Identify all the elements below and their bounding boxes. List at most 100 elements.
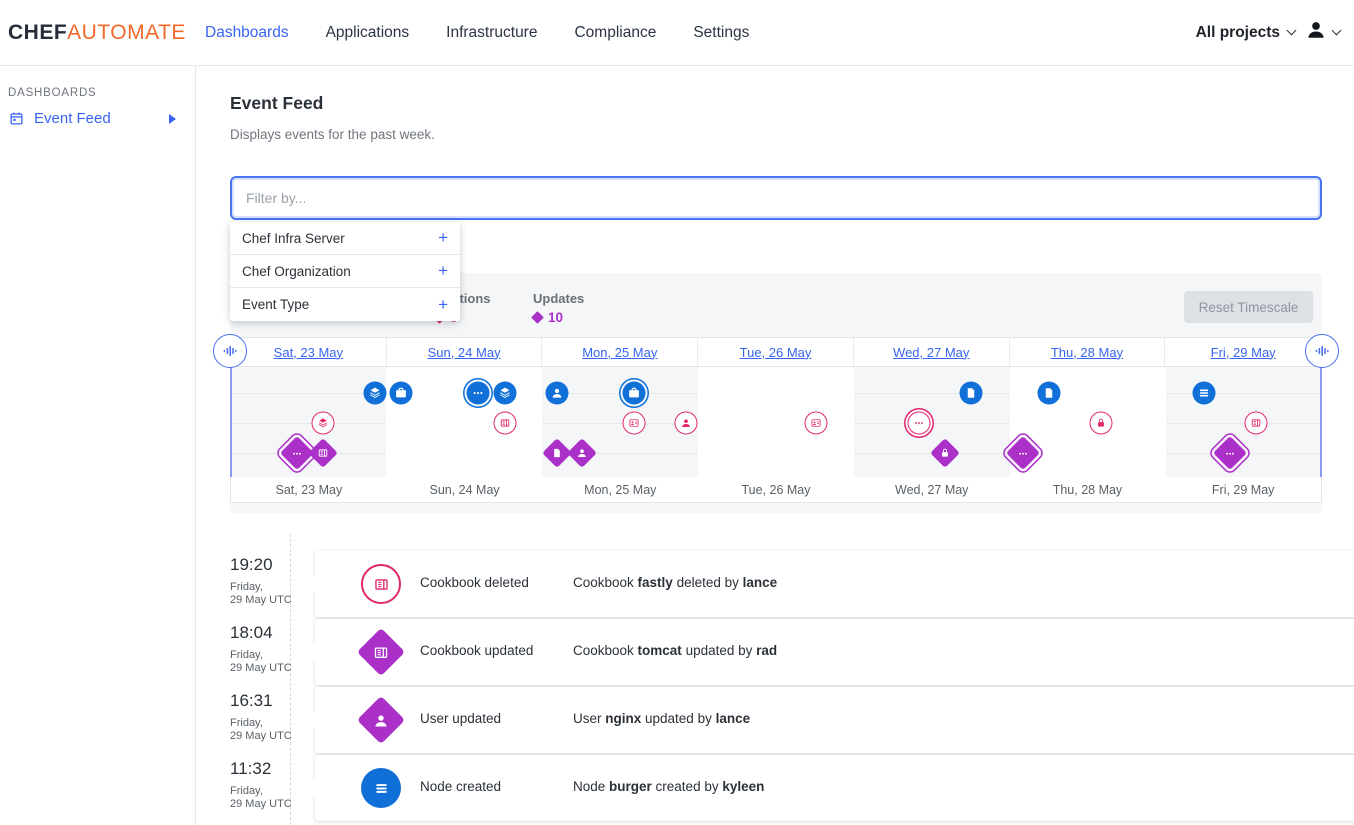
nav-item-compliance[interactable]: Compliance <box>574 24 656 42</box>
filter-category-chef-organization[interactable]: Chef Organization+ <box>230 255 460 288</box>
timescale-drag-handle-left[interactable] <box>213 334 247 368</box>
update-marker-book-icon[interactable] <box>308 438 338 468</box>
day-column-background <box>386 367 542 477</box>
creation-marker-ellipsis-icon[interactable] <box>467 382 490 405</box>
event-row-node-created: 11:32Friday,29 May UTCNode createdNode b… <box>230 755 1340 821</box>
update-marker-ellipsis-icon[interactable] <box>1213 436 1247 470</box>
day-header-cell: Thu, 28 May <box>1010 338 1166 366</box>
reset-timescale-button[interactable]: Reset Timescale <box>1184 291 1313 323</box>
nav-items: Dashboards Applications Infrastructure Comp… <box>205 24 749 42</box>
filter-category-label: Chef Organization <box>242 264 438 279</box>
day-column-background <box>698 367 854 477</box>
event-description: Cookbook tomcat updated by rad <box>573 643 777 658</box>
legend-updates-value: 10 <box>533 310 563 325</box>
day-link-sat-23-may[interactable]: Sat, 23 May <box>274 345 343 360</box>
update-marker-lock-icon[interactable] <box>930 438 960 468</box>
sidebar-heading: DASHBOARDS <box>8 87 97 99</box>
timeline-header: Sat, 23 May Sun, 24 May Mon, 25 May Tue, 26… <box>230 337 1322 367</box>
creation-marker-doc-icon[interactable] <box>1038 382 1061 405</box>
day-header-cell: Wed, 27 May <box>854 338 1010 366</box>
event-type-label: Node created <box>420 779 501 794</box>
event-time-clock: 18:04 <box>230 623 312 643</box>
day-header-cell: Mon, 25 May <box>542 338 698 366</box>
expand-arrow-icon[interactable] <box>169 114 176 124</box>
day-header-cell: Sat, 23 May <box>231 338 387 366</box>
deletion-marker-idcard-icon[interactable] <box>623 412 646 435</box>
logo-chef: CHEF <box>8 21 67 44</box>
timescale-drag-handle-right[interactable] <box>1305 334 1339 368</box>
timeline: Sat, 23 MaySun, 24 MayMon, 25 MayTue, 26… <box>230 337 1322 503</box>
nav-right: All projects <box>1196 19 1340 46</box>
nav-item-infrastructure[interactable]: Infrastructure <box>446 24 537 42</box>
projects-filter-label: All projects <box>1196 24 1280 42</box>
projects-filter-button[interactable]: All projects <box>1196 24 1295 42</box>
nav-item-settings[interactable]: Settings <box>693 24 749 42</box>
top-nav: CHEFAUTOMATE Dashboards Applications Infra… <box>0 0 1354 66</box>
day-link-mon-25-may[interactable]: Mon, 25 May <box>582 345 657 360</box>
deletion-marker-ellipsis-icon[interactable] <box>908 412 931 435</box>
deletion-marker-book-icon[interactable] <box>494 412 517 435</box>
main-content: Event Feed Displays events for the past … <box>196 66 1354 825</box>
nav-item-applications[interactable]: Applications <box>326 24 410 42</box>
event-row-user-updated: 16:31Friday,29 May UTC User updated User n… <box>230 687 1340 753</box>
timeline-footer: Sat, 23 MaySun, 24 MayMon, 25 MayTue, 26… <box>230 477 1322 503</box>
sidebar-item-label: Event Feed <box>34 110 160 127</box>
day-header-cell: Tue, 26 May <box>698 338 854 366</box>
filter-category-event-type[interactable]: Event Type+ <box>230 288 460 321</box>
card-notch <box>305 778 315 798</box>
day-link-fri-29-may[interactable]: Fri, 29 May <box>1211 345 1276 360</box>
deletion-marker-lock-icon[interactable] <box>1090 412 1113 435</box>
deletion-marker-layers-icon[interactable] <box>312 412 335 435</box>
card-notch <box>305 710 315 730</box>
event-type-label: Cookbook deleted <box>420 575 529 590</box>
creation-marker-layers-icon[interactable] <box>494 382 517 405</box>
sidebar-item-event-feed[interactable]: Event Feed <box>8 110 188 127</box>
filter-category-dropdown: Chef Infra Server+Chef Organization+Even… <box>230 222 460 321</box>
deletion-marker-person-icon[interactable] <box>675 412 698 435</box>
day-footer-label: Tue, 26 May <box>698 477 854 502</box>
day-footer-label: Sat, 23 May <box>231 477 387 502</box>
event-time: 16:31Friday,29 May UTC <box>230 691 312 743</box>
day-link-thu-28-may[interactable]: Thu, 28 May <box>1051 345 1123 360</box>
node-created-icon <box>361 768 401 808</box>
filter-category-chef-infra-server[interactable]: Chef Infra Server+ <box>230 222 460 255</box>
creation-marker-person-icon[interactable] <box>546 382 569 405</box>
deletion-marker-idcard-icon[interactable] <box>805 412 828 435</box>
creation-marker-doc-icon[interactable] <box>960 382 983 405</box>
deletion-marker-book-icon[interactable] <box>1245 412 1268 435</box>
filter-input[interactable] <box>230 176 1322 220</box>
event-time-date: Friday,29 May UTC <box>230 649 312 675</box>
filter-category-label: Chef Infra Server <box>242 231 438 246</box>
event-type-label: User updated <box>420 711 501 726</box>
day-column-background <box>1010 367 1166 477</box>
event-card: Node created Node burger created by kylee… <box>315 755 1354 821</box>
creation-marker-briefcase-icon[interactable] <box>623 382 646 405</box>
sidebar: DASHBOARDS Event Feed <box>0 66 196 825</box>
event-card: User updated User nginx updated by lance <box>315 687 1354 753</box>
creation-marker-layers-icon[interactable] <box>364 382 387 405</box>
day-link-sun-24-may[interactable]: Sun, 24 May <box>428 345 501 360</box>
event-description: User nginx updated by lance <box>573 711 750 726</box>
chevron-down-icon <box>1332 26 1342 36</box>
nav-item-dashboards[interactable]: Dashboards <box>205 24 289 42</box>
user-updated-icon <box>357 696 405 744</box>
day-footer-label: Fri, 29 May <box>1165 477 1321 502</box>
user-menu-button[interactable] <box>1305 19 1340 46</box>
plus-icon: + <box>438 295 448 315</box>
day-header-cell: Fri, 29 May <box>1165 338 1321 366</box>
update-marker-person-icon[interactable] <box>567 438 597 468</box>
day-link-tue-26-may[interactable]: Tue, 26 May <box>740 345 812 360</box>
event-time-date: Friday,29 May UTC <box>230 785 312 811</box>
user-avatar-icon <box>1305 19 1327 46</box>
day-link-wed-27-may[interactable]: Wed, 27 May <box>893 345 969 360</box>
page-subtitle: Displays events for the past week. <box>230 127 435 142</box>
day-header-cell: Sun, 24 May <box>387 338 543 366</box>
chef-automate-logo[interactable]: CHEFAUTOMATE <box>8 21 186 45</box>
creation-marker-briefcase-icon[interactable] <box>390 382 413 405</box>
event-time: 19:20Friday,29 May UTC <box>230 555 312 607</box>
event-description: Node burger created by kyleen <box>573 779 764 794</box>
equalizer-icon <box>220 341 240 361</box>
creation-marker-list-icon[interactable] <box>1193 382 1216 405</box>
day-footer-label: Sun, 24 May <box>387 477 543 502</box>
day-footer-label: Mon, 25 May <box>542 477 698 502</box>
